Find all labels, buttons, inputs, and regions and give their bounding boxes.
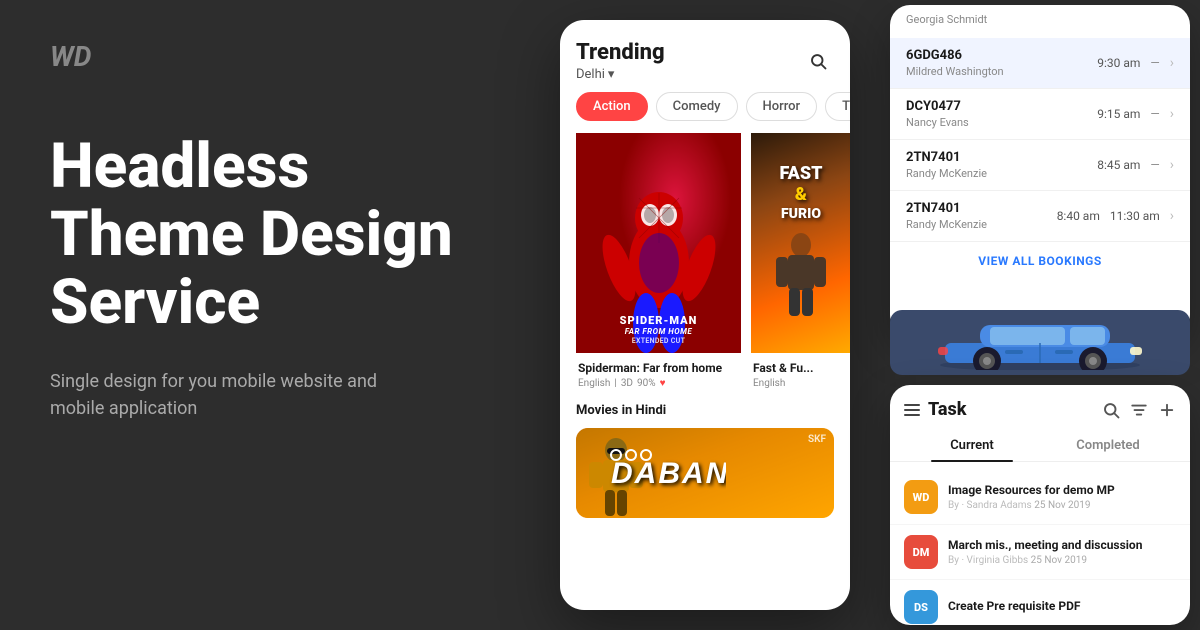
headline: Headless Theme Design Service bbox=[50, 133, 490, 338]
hindi-movie-card[interactable]: DABANGG SKF bbox=[576, 428, 834, 518]
filter-icon[interactable] bbox=[1130, 401, 1148, 419]
booking-row[interactable]: 2TN7401 Randy McKenzie 8:45 am — › bbox=[890, 140, 1190, 191]
tab-current[interactable]: Current bbox=[904, 430, 1040, 461]
booking-passenger: Randy McKenzie bbox=[906, 218, 1057, 231]
search-button[interactable] bbox=[802, 45, 834, 77]
logo: WD bbox=[50, 40, 490, 73]
movies-in-hindi-label: Movies in Hindi bbox=[560, 403, 850, 418]
booking-time: 9:30 am bbox=[1097, 56, 1140, 70]
dabangg-title: DABANGG bbox=[606, 445, 726, 501]
car-section bbox=[890, 310, 1190, 375]
chevron-right-icon: › bbox=[1170, 106, 1174, 122]
chevron-right-icon: › bbox=[1170, 208, 1174, 224]
task-header: Task bbox=[890, 385, 1190, 420]
task-app-title: Task bbox=[928, 399, 1094, 420]
movies-grid: SPIDER-MAN Far From Home EXTENDED CUT Sp… bbox=[560, 133, 850, 389]
genre-tabs: Action Comedy Horror Thriller bbox=[560, 92, 850, 133]
view-all-bookings-button[interactable]: VIEW ALL BOOKINGS bbox=[890, 242, 1190, 280]
location: Delhi ▾ bbox=[576, 67, 665, 82]
task-meta: By · Virginia Gibbs 25 Nov 2019 bbox=[948, 555, 1176, 566]
booking-app: Georgia Schmidt 6GDG486 Mildred Washingt… bbox=[890, 5, 1190, 335]
spiderman-movie-name: Spiderman: Far from home bbox=[578, 361, 739, 375]
spiderman-title-overlay: SPIDER-MAN Far From Home EXTENDED CUT bbox=[576, 314, 741, 345]
booking-id: 2TN7401 bbox=[906, 201, 1057, 216]
genre-tab-horror[interactable]: Horror bbox=[746, 92, 818, 121]
task-item[interactable]: DM March mis., meeting and discussion By… bbox=[890, 525, 1190, 580]
task-avatar-dm: DM bbox=[904, 535, 938, 569]
genre-tab-comedy[interactable]: Comedy bbox=[656, 92, 738, 121]
booking-time: 9:15 am bbox=[1097, 107, 1140, 121]
movie-card-ff[interactable]: FAST & FURIO bbox=[751, 133, 850, 389]
booking-passenger: Nancy Evans bbox=[906, 116, 1097, 129]
movie-header-left: Trending Delhi ▾ bbox=[576, 40, 665, 82]
movie-title: Trending bbox=[576, 40, 665, 65]
booking-id: 6GDG486 bbox=[906, 48, 1097, 63]
movie-card-spiderman[interactable]: SPIDER-MAN Far From Home EXTENDED CUT Sp… bbox=[576, 133, 741, 389]
hamburger-menu-button[interactable] bbox=[904, 404, 920, 416]
ff-movie-name: Fast & Fu... bbox=[753, 361, 849, 375]
booking-passenger: Randy McKenzie bbox=[906, 167, 1097, 180]
task-meta: By · Sandra Adams 25 Nov 2019 bbox=[948, 500, 1176, 511]
movie-phone: Trending Delhi ▾ Action Comedy Horror Th… bbox=[560, 20, 850, 610]
booking-time: 8:45 am bbox=[1097, 158, 1140, 172]
tab-completed[interactable]: Completed bbox=[1040, 430, 1176, 461]
search-icon[interactable] bbox=[1102, 401, 1120, 419]
genre-tab-action[interactable]: Action bbox=[576, 92, 648, 121]
task-item[interactable]: DS Create Pre requisite PDF bbox=[890, 580, 1190, 625]
left-section: WD Headless Theme Design Service Single … bbox=[0, 0, 540, 630]
booking-rows: 6GDG486 Mildred Washington 9:30 am — › D… bbox=[890, 30, 1190, 242]
chevron-right-icon: › bbox=[1170, 157, 1174, 173]
booking-dash: — bbox=[1150, 107, 1159, 121]
task-avatar-wd: WD bbox=[904, 480, 938, 514]
task-item[interactable]: WD Image Resources for demo MP By · Sand… bbox=[890, 470, 1190, 525]
right-section: Trending Delhi ▾ Action Comedy Horror Th… bbox=[540, 0, 1200, 630]
booking-dash: — bbox=[1150, 158, 1159, 172]
add-task-button[interactable] bbox=[1158, 401, 1176, 419]
task-app: Task Current Completed WD bbox=[890, 385, 1190, 625]
booking-row[interactable]: 2TN7401 Randy McKenzie 8:40 am 11:30 am … bbox=[890, 191, 1190, 242]
task-name: Image Resources for demo MP bbox=[948, 483, 1176, 497]
booking-row[interactable]: DCY0477 Nancy Evans 9:15 am — › bbox=[890, 89, 1190, 140]
booking-start-time: 8:40 am bbox=[1057, 209, 1100, 223]
skf-badge: SKF bbox=[808, 434, 826, 445]
task-tabs: Current Completed bbox=[890, 420, 1190, 462]
booking-id: DCY0477 bbox=[906, 99, 1097, 114]
task-avatar-ds: DS bbox=[904, 590, 938, 624]
movie-header: Trending Delhi ▾ bbox=[560, 20, 850, 92]
genre-tab-thriller[interactable]: Thriller bbox=[825, 92, 850, 121]
top-booking-name: Georgia Schmidt bbox=[890, 5, 1190, 30]
task-name: Create Pre requisite PDF bbox=[948, 599, 1176, 613]
booking-dash: — bbox=[1150, 56, 1159, 70]
task-list: WD Image Resources for demo MP By · Sand… bbox=[890, 462, 1190, 625]
chevron-right-icon: › bbox=[1170, 55, 1174, 71]
task-name: March mis., meeting and discussion bbox=[948, 538, 1176, 552]
booking-id: 2TN7401 bbox=[906, 150, 1097, 165]
car-illustration bbox=[915, 315, 1165, 370]
booking-row[interactable]: 6GDG486 Mildred Washington 9:30 am — › bbox=[890, 38, 1190, 89]
booking-end-time: 11:30 am bbox=[1110, 209, 1160, 223]
booking-passenger: Mildred Washington bbox=[906, 65, 1097, 78]
chevron-down-icon: ▾ bbox=[608, 67, 615, 82]
svg-text:DABANGG: DABANGG bbox=[611, 457, 726, 490]
subheadline: Single design for you mobile website and… bbox=[50, 368, 430, 422]
